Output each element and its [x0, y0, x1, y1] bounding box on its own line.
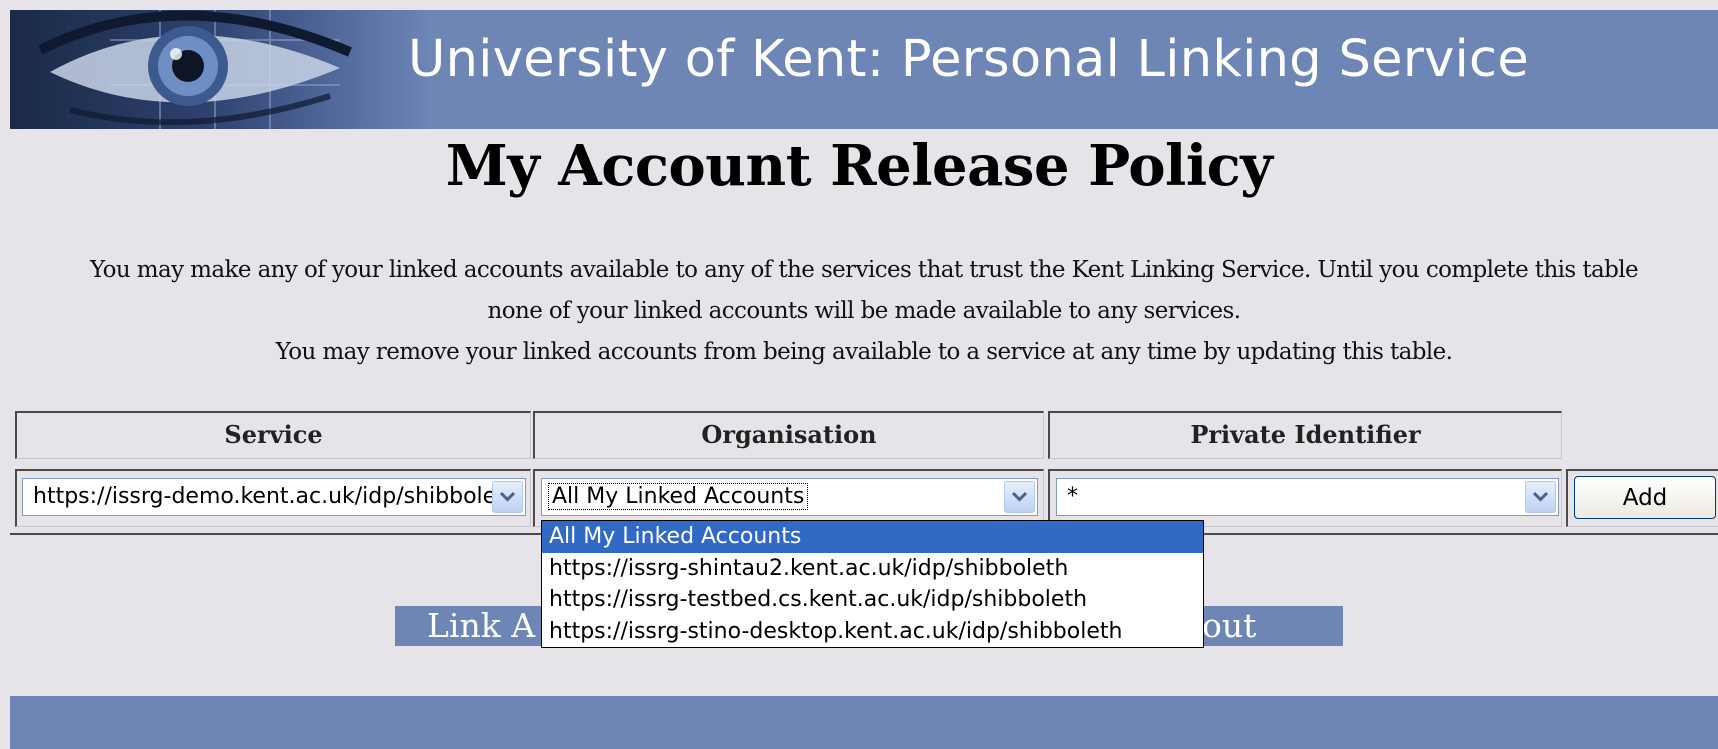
private-identifier-select[interactable]: * — [1056, 478, 1559, 516]
chevron-down-icon[interactable] — [1525, 481, 1556, 513]
column-header-private-identifier: Private Identifier — [1048, 411, 1562, 459]
service-cell: https://issrg-demo.kent.ac.uk/idp/shibbo… — [15, 469, 531, 527]
chevron-down-icon[interactable] — [492, 481, 523, 513]
link-accounts-nav-link[interactable]: Link A — [427, 606, 535, 646]
organisation-cell: All My Linked Accounts — [533, 469, 1044, 527]
organisation-select[interactable]: All My Linked Accounts — [541, 478, 1038, 516]
organisation-select-value: All My Linked Accounts — [548, 483, 809, 510]
intro-line: You may remove your linked accounts from… — [275, 339, 1453, 365]
private-identifier-select-value: * — [1067, 484, 1078, 509]
dropdown-option[interactable]: All My Linked Accounts — [542, 521, 1203, 553]
intro-line: You may make any of your linked accounts… — [90, 257, 1639, 283]
logout-nav-link[interactable]: out — [1202, 606, 1256, 646]
page-title: My Account Release Policy — [445, 133, 1273, 199]
private-identifier-cell: * — [1048, 469, 1562, 527]
eye-graphic — [10, 10, 430, 129]
dropdown-option[interactable]: https://issrg-shintau2.kent.ac.uk/idp/sh… — [542, 553, 1203, 585]
column-header-organisation: Organisation — [533, 411, 1044, 459]
header-banner: University of Kent: Personal Linking Ser… — [10, 10, 1718, 129]
column-header-service: Service — [15, 411, 531, 459]
dropdown-option[interactable]: https://issrg-testbed.cs.kent.ac.uk/idp/… — [542, 584, 1203, 616]
intro-text: You may make any of your linked accounts… — [10, 250, 1718, 373]
intro-line: none of your linked accounts will be mad… — [487, 298, 1242, 324]
site-title: University of Kent: Personal Linking Ser… — [408, 30, 1530, 89]
service-select-value: https://issrg-demo.kent.ac.uk/idp/shibbo… — [33, 484, 519, 509]
dropdown-option[interactable]: https://issrg-stino-desktop.kent.ac.uk/i… — [542, 616, 1203, 648]
add-button[interactable]: Add — [1574, 476, 1716, 519]
chevron-down-icon[interactable] — [1004, 481, 1035, 513]
service-select[interactable]: https://issrg-demo.kent.ac.uk/idp/shibbo… — [22, 478, 526, 516]
organisation-dropdown-list[interactable]: All My Linked Accounts https://issrg-shi… — [541, 520, 1204, 648]
footer-bar — [10, 696, 1718, 749]
